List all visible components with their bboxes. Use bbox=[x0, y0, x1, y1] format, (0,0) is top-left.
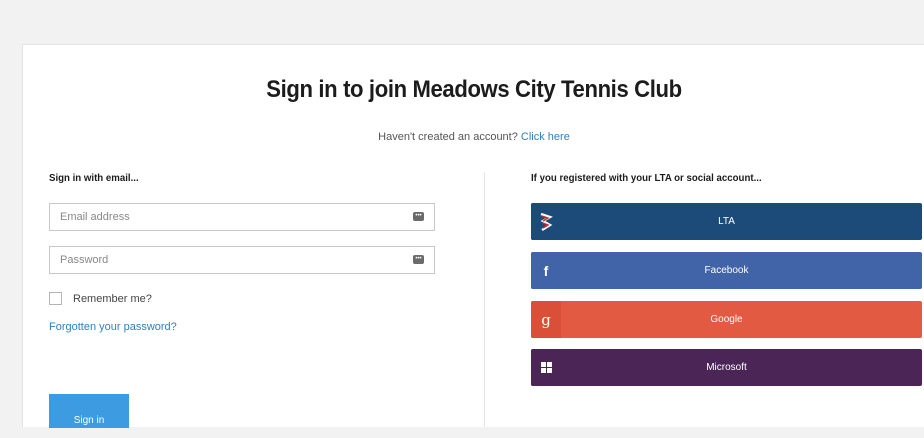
lta-label: LTA bbox=[718, 216, 735, 227]
remember-me-checkbox[interactable] bbox=[49, 292, 62, 305]
email-field-wrapper: ••• bbox=[49, 203, 435, 231]
password-manager-icon[interactable]: ••• bbox=[413, 255, 424, 264]
sign-in-button[interactable]: Sign in bbox=[49, 394, 129, 428]
password-manager-icon[interactable]: ••• bbox=[413, 212, 424, 221]
email-field[interactable] bbox=[50, 204, 400, 230]
page-title: Sign in to join Meadows City Tennis Club bbox=[266, 76, 682, 103]
social-section-heading: If you registered with your LTA or socia… bbox=[531, 172, 762, 184]
windows-icon bbox=[531, 349, 561, 386]
microsoft-label: Microsoft bbox=[706, 362, 747, 373]
facebook-label: Facebook bbox=[704, 265, 749, 276]
create-account-line: Haven't created an account? Click here bbox=[23, 131, 924, 143]
google-icon: g bbox=[531, 301, 561, 338]
password-field-wrapper: ••• bbox=[49, 246, 435, 274]
column-divider bbox=[484, 172, 485, 427]
google-label: Google bbox=[710, 314, 743, 325]
click-here-link[interactable]: Click here bbox=[521, 131, 570, 143]
google-sign-in-button[interactable]: g Google bbox=[531, 301, 922, 338]
forgot-password-link[interactable]: Forgotten your password? bbox=[49, 321, 177, 333]
lta-sign-in-button[interactable]: LTA bbox=[531, 203, 922, 240]
microsoft-sign-in-button[interactable]: Microsoft bbox=[531, 349, 922, 386]
facebook-icon: f bbox=[531, 252, 561, 289]
no-account-text: Haven't created an account? bbox=[378, 131, 518, 143]
sign-in-card: Sign in to join Meadows City Tennis Club… bbox=[22, 44, 924, 428]
facebook-sign-in-button[interactable]: f Facebook bbox=[531, 252, 922, 289]
password-field[interactable] bbox=[50, 247, 400, 273]
email-section-heading: Sign in with email... bbox=[49, 172, 139, 184]
remember-me-label: Remember me? bbox=[73, 292, 152, 305]
remember-me-row: Remember me? bbox=[49, 292, 152, 305]
lta-logo-icon bbox=[531, 203, 561, 240]
